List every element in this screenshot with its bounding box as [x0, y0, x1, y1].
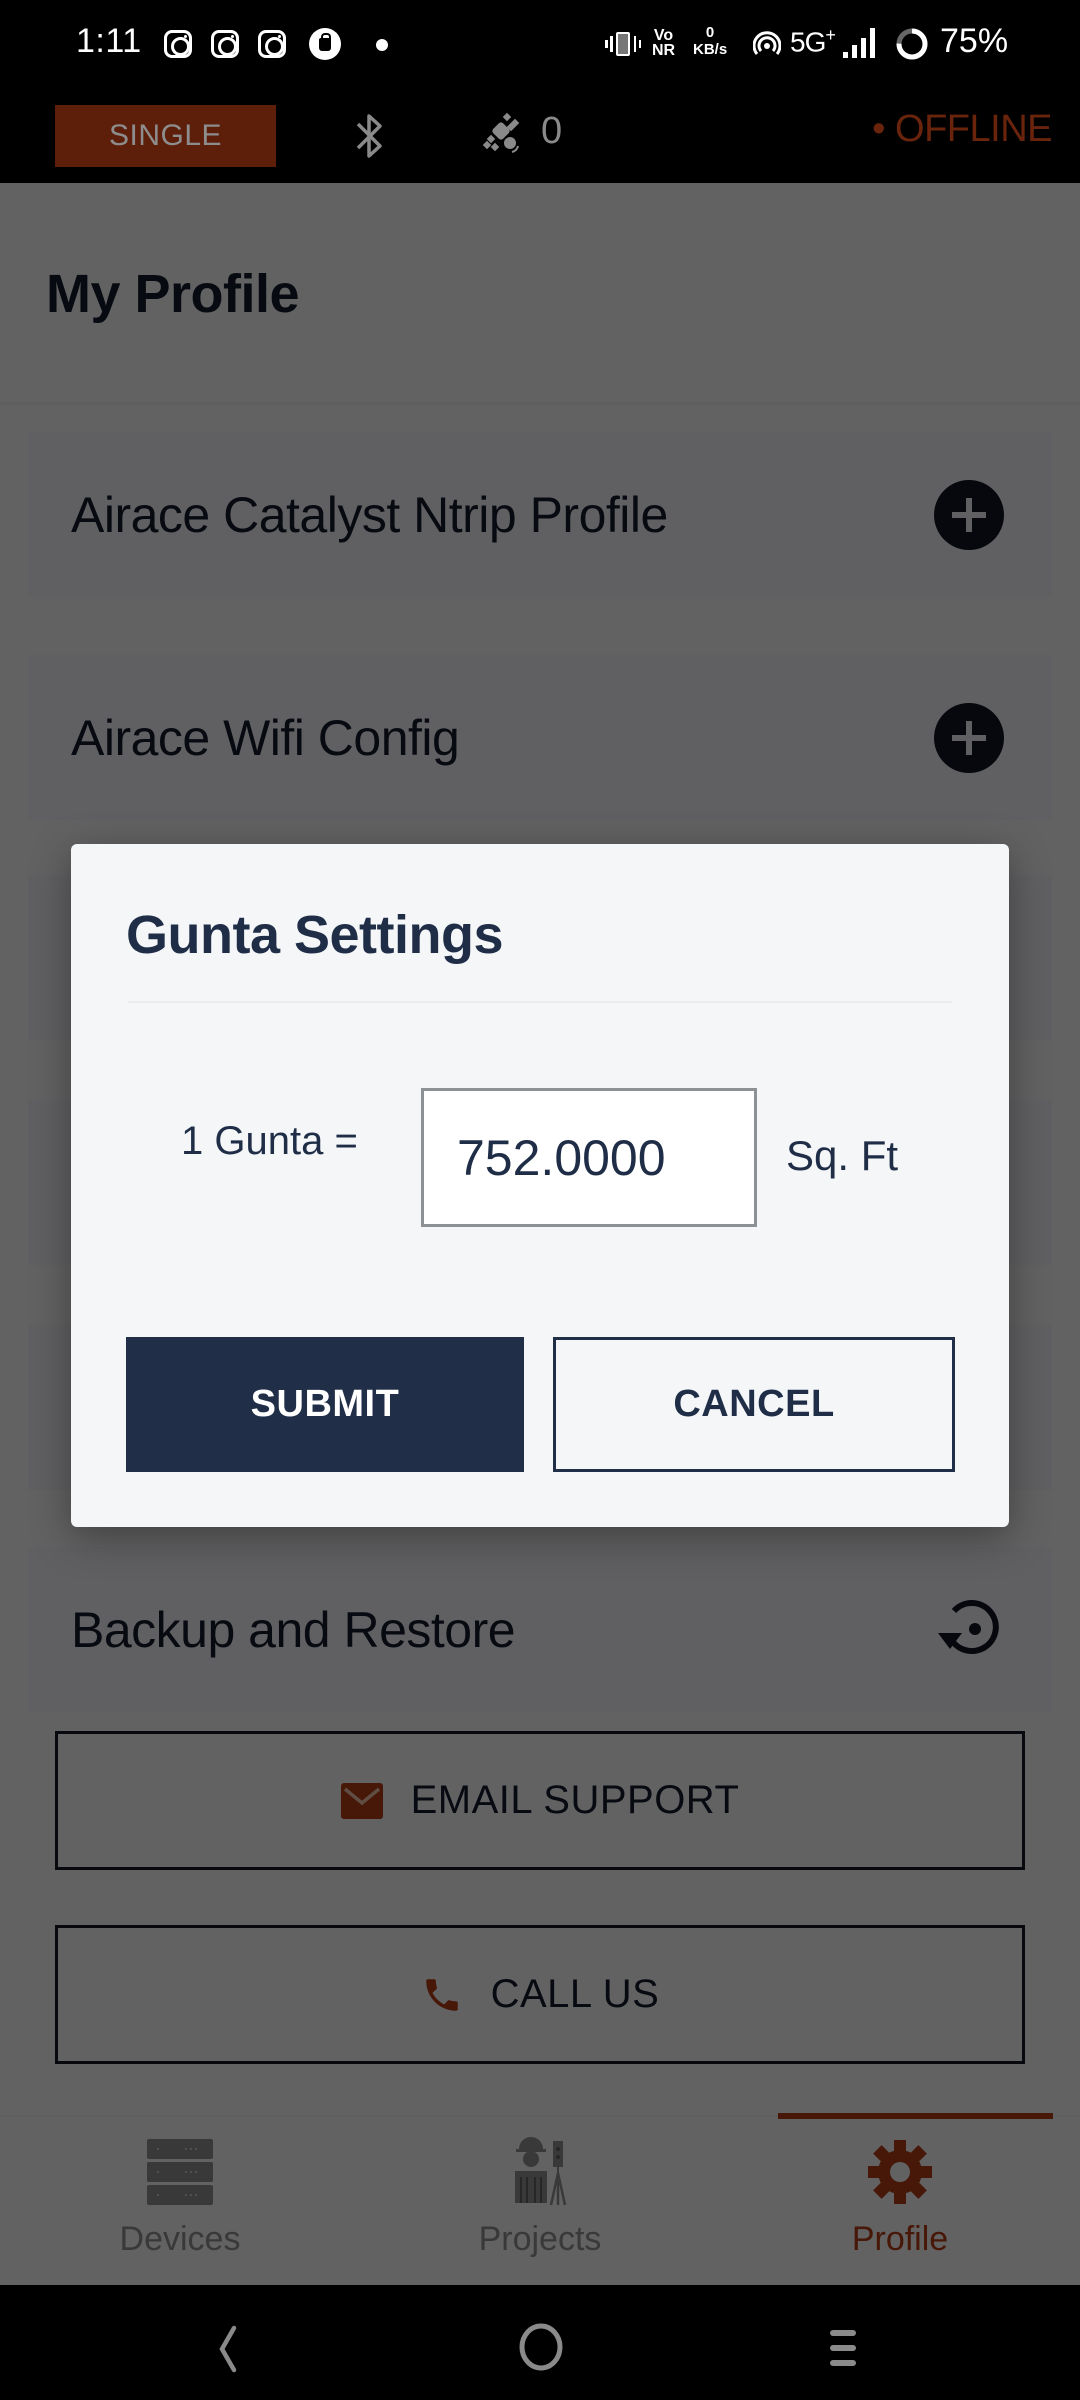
battery-percent: 75%	[940, 22, 1009, 60]
network-speed-unit: KB/s	[693, 41, 728, 58]
clock: 1:11	[76, 22, 142, 60]
gunta-field-label: 1 Gunta =	[181, 1119, 358, 1163]
dialog-divider	[128, 1001, 952, 1003]
gunta-value-input[interactable]	[421, 1088, 757, 1227]
network-type-label: 5G	[790, 26, 826, 58]
network-speed: 0 KB/s	[693, 24, 727, 58]
vonr-bottom: NR	[652, 42, 676, 59]
satellite-icon	[482, 112, 520, 153]
dialog-title: Gunta Settings	[126, 905, 504, 965]
recents-icon[interactable]	[791, 2285, 911, 2400]
instagram-icon	[211, 30, 239, 58]
signal-strength-icon	[843, 28, 877, 58]
battery-icon	[896, 28, 928, 60]
instagram-icon	[258, 30, 286, 58]
submit-button[interactable]: SUBMIT	[126, 1337, 524, 1472]
back-icon[interactable]	[168, 2285, 288, 2400]
status-bar: 1:11 Vo NR 0 KB/s 5G+ 75%	[0, 0, 1080, 90]
vonr-top: Vo	[653, 27, 674, 44]
network-type: 5G+	[790, 25, 836, 58]
cancel-button[interactable]: CANCEL	[553, 1337, 955, 1472]
gunta-settings-dialog: Gunta Settings 1 Gunta = Sq. Ft SUBMIT C…	[71, 844, 1009, 1527]
connection-status: • OFFLINE	[872, 108, 1052, 150]
mode-badge[interactable]: SINGLE	[55, 105, 276, 167]
home-icon[interactable]	[481, 2285, 601, 2400]
instagram-icon	[164, 30, 192, 58]
more-notifications-dot	[376, 39, 388, 51]
shopping-bag-icon	[309, 28, 341, 60]
hotspot-icon	[753, 31, 781, 55]
bluetooth-icon[interactable]	[352, 110, 388, 162]
vibrate-icon	[605, 30, 641, 58]
network-speed-value: 0	[705, 24, 715, 41]
app-header: SINGLE 0 • OFFLINE	[0, 90, 1080, 183]
satellite-count: 0	[541, 110, 563, 152]
vonr-indicator: Vo NR	[652, 27, 676, 59]
unit-label: Sq. Ft	[786, 1132, 899, 1179]
system-nav-bar	[0, 2285, 1080, 2400]
network-type-suffix: +	[825, 25, 835, 45]
